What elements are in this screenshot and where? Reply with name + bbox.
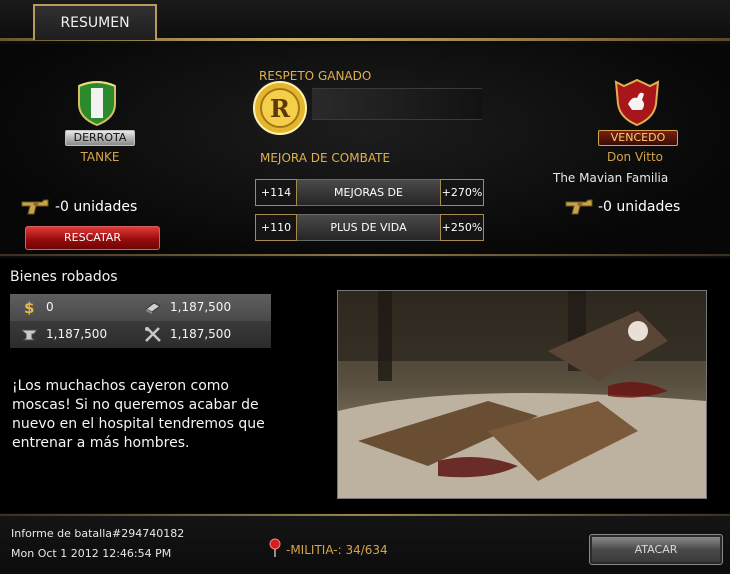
tab-summary[interactable]: RESUMEN — [33, 4, 157, 40]
winner-units: -0 unidades — [598, 199, 681, 215]
rescue-button[interactable]: RESCATAR — [25, 226, 160, 250]
combat-stat-name: MEJORAS DE — [297, 179, 440, 206]
winner-name[interactable]: Don Vitto — [595, 150, 675, 164]
battle-report-date: Mon Oct 1 2012 12:46:54 PM — [11, 547, 172, 560]
stolen-row: 1,187,500 1,187,500 — [10, 321, 271, 348]
combat-row: +114 MEJORAS DE +270% — [255, 179, 484, 206]
stolen-value: 1,187,500 — [170, 327, 232, 341]
stolen-value: 0 — [46, 300, 54, 314]
stolen-value: 1,187,500 — [46, 327, 108, 341]
crossed-tools-icon — [145, 327, 161, 342]
battle-message: ¡Los muchachos cayeron como moscas! Si n… — [12, 378, 265, 451]
map-pin-icon — [269, 538, 281, 557]
green-white-shield-icon — [78, 81, 116, 126]
combat-right-value: +250% — [440, 214, 484, 241]
combat-left-value: +114 — [255, 179, 297, 206]
respect-bar — [312, 88, 482, 120]
footer-divider — [0, 514, 730, 516]
combat-row: +110 PLUS DE VIDA +250% — [255, 214, 484, 241]
combat-left-value: +110 — [255, 214, 297, 241]
battle-report-id: Informe de batalla#294740182 — [11, 527, 185, 540]
panel-divider — [0, 254, 730, 256]
stolen-goods-title: Bienes robados — [10, 269, 118, 285]
red-shield-eagle-icon — [614, 78, 660, 126]
combat-right-value: +270% — [440, 179, 484, 206]
stolen-row: $ 0 1,187,500 — [10, 294, 271, 321]
respect-coin-icon: R — [251, 79, 309, 137]
militia-counter[interactable]: -MILITIA-: 34/634 — [286, 543, 388, 557]
stolen-goods-table: $ 0 1,187,500 1,187,500 1,187,500 — [10, 294, 271, 348]
winner-family[interactable]: The Mavian Familia — [553, 171, 668, 185]
winner-status-ribbon: VENCEDO — [598, 130, 678, 146]
combat-stat-name: PLUS DE VIDA — [297, 214, 440, 241]
anvil-icon — [20, 329, 38, 341]
loser-units: -0 unidades — [55, 199, 138, 215]
combat-improvement-label: MEJORA DE COMBATE — [260, 151, 391, 165]
attack-button[interactable]: ATACAR — [589, 534, 723, 565]
loser-status-ribbon: DERROTA — [65, 130, 135, 146]
stolen-value: 1,187,500 — [170, 300, 232, 314]
money-stack-icon — [145, 302, 161, 314]
revolver-icon — [21, 199, 49, 215]
revolver-icon — [565, 199, 593, 215]
svg-text:R: R — [270, 94, 291, 123]
battle-scene-image — [337, 290, 707, 499]
dollar-icon: $ — [24, 299, 34, 315]
svg-text:$: $ — [24, 299, 34, 315]
loser-name[interactable]: TANKE — [60, 150, 140, 164]
